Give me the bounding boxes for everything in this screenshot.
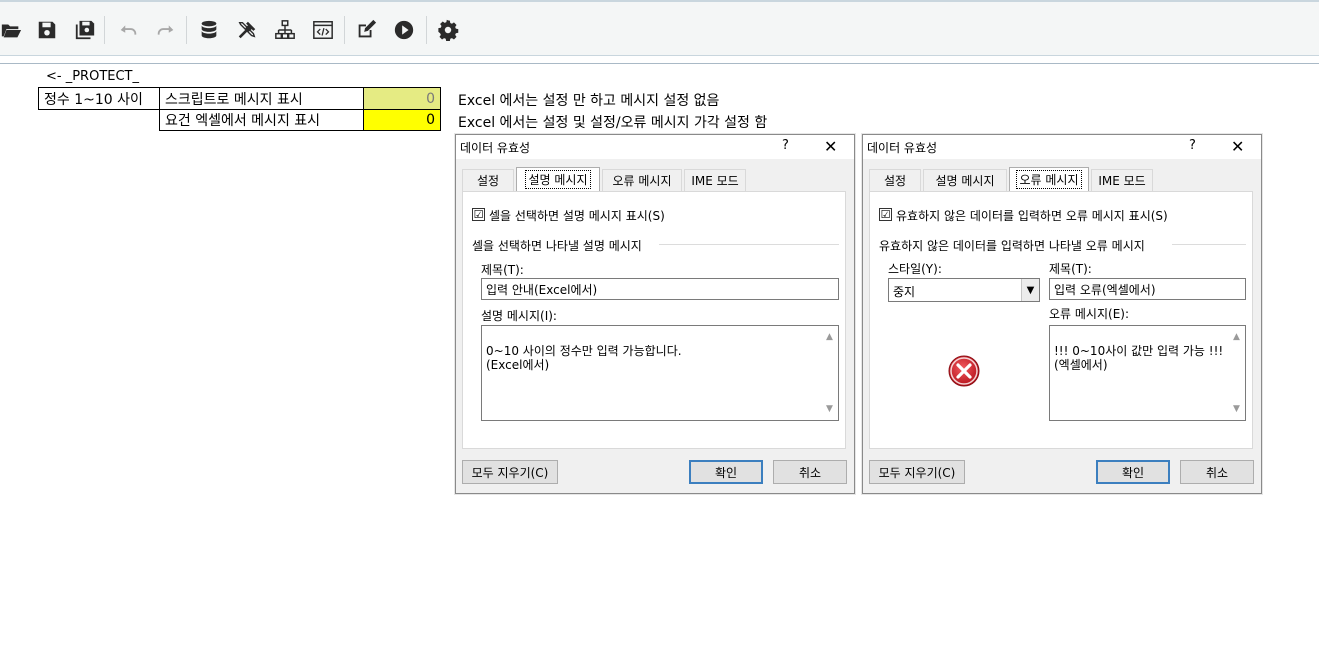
database-icon[interactable] <box>196 16 222 44</box>
tab-error-alert[interactable]: 오류 메시지 <box>602 169 682 191</box>
edit-icon[interactable] <box>353 16 379 44</box>
stop-error-icon <box>948 355 980 387</box>
title-input[interactable]: 입력 안내(Excel에서) <box>481 278 839 300</box>
note-2: Excel 에서는 설정 및 설정/오류 메시지 가각 설정 함 <box>458 115 768 131</box>
save-all-icon[interactable] <box>72 16 98 44</box>
row2-label-cell[interactable]: 요건 엑셀에서 메시지 표시 <box>159 109 364 131</box>
data-validation-dialog-input: 데이터 유효성 ? ✕ 설정 설명 메시지 오류 메시지 IME 모드 ☑ 셀을… <box>455 134 855 494</box>
title-label: 제목(T): <box>481 263 524 277</box>
toolbar <box>0 0 1319 56</box>
group-divider <box>659 244 839 245</box>
tab-settings[interactable]: 설정 <box>462 169 514 191</box>
tab-error-alert[interactable]: 오류 메시지 <box>1009 167 1089 191</box>
ok-button[interactable]: 확인 <box>689 460 763 484</box>
input-message-textarea[interactable]: 0~10 사이의 정수만 입력 가능합니다. (Excel에서) ▲ ▼ <box>481 325 839 421</box>
close-icon[interactable]: ✕ <box>1231 137 1244 156</box>
protect-marker: <- _PROTECT_ <box>46 69 139 84</box>
scroll-down-icon[interactable]: ▼ <box>1233 402 1240 416</box>
row1-label-cell[interactable]: 스크립트로 메시지 표시 <box>159 87 364 110</box>
style-select-value: 중지 <box>893 285 916 299</box>
row1-value-cell[interactable]: 0 <box>363 87 441 110</box>
hierarchy-icon[interactable] <box>272 16 298 44</box>
textarea-scrollbar[interactable]: ▲ ▼ <box>823 326 838 420</box>
textarea-scrollbar[interactable]: ▲ ▼ <box>1230 326 1245 420</box>
help-icon[interactable]: ? <box>1189 138 1196 153</box>
clear-all-button[interactable]: 모두 지우기(C) <box>869 460 965 484</box>
run-icon[interactable] <box>391 16 417 44</box>
ok-button[interactable]: 확인 <box>1096 460 1170 484</box>
dialog-titlebar: 데이터 유효성 ? ✕ <box>456 135 854 159</box>
chevron-down-icon[interactable]: ▼ <box>1021 279 1039 301</box>
style-label: 스타일(Y): <box>888 262 942 276</box>
show-input-message-checkbox[interactable]: ☑ <box>472 208 485 221</box>
title-input[interactable]: 입력 오류(엑셀에서) <box>1049 278 1246 300</box>
scroll-up-icon[interactable]: ▲ <box>1233 330 1240 344</box>
redo-icon[interactable] <box>153 16 179 44</box>
tools-icon[interactable] <box>234 16 260 44</box>
error-message-text: !!! 0~10사이 값만 입력 가능 !!! (엑셀에서) <box>1054 344 1224 372</box>
sheet-top-border <box>0 63 1319 64</box>
row-header-cell[interactable]: 정수 1~10 사이 <box>38 87 160 110</box>
group-divider <box>1172 244 1246 245</box>
open-folder-icon[interactable] <box>0 16 24 44</box>
cancel-button[interactable]: 취소 <box>773 460 847 484</box>
tab-ime-mode[interactable]: IME 모드 <box>1091 169 1153 191</box>
cancel-button[interactable]: 취소 <box>1180 460 1254 484</box>
clear-all-button[interactable]: 모두 지우기(C) <box>462 460 558 484</box>
tab-panel: ☑ 유효하지 않은 데이터를 입력하면 오류 메시지 표시(S) 유효하지 않은… <box>869 191 1253 449</box>
tab-ime-mode[interactable]: IME 모드 <box>684 169 746 191</box>
tab-input-message[interactable]: 설명 메시지 <box>923 169 1007 191</box>
input-message-text: 0~10 사이의 정수만 입력 가능합니다. (Excel에서) <box>486 344 682 372</box>
tab-input-message[interactable]: 설명 메시지 <box>516 167 600 191</box>
close-icon[interactable]: ✕ <box>824 137 837 156</box>
checkbox-label: 셀을 선택하면 설명 메시지 표시(S) <box>489 209 665 223</box>
message-label: 설명 메시지(I): <box>481 309 557 323</box>
checkbox-label: 유효하지 않은 데이터를 입력하면 오류 메시지 표시(S) <box>896 209 1168 223</box>
undo-icon[interactable] <box>115 16 141 44</box>
dialog-title: 데이터 유효성 <box>460 141 531 155</box>
group-label: 셀을 선택하면 나타낼 설명 메시지 <box>472 239 642 253</box>
save-icon[interactable] <box>34 16 60 44</box>
tab-panel: ☑ 셀을 선택하면 설명 메시지 표시(S) 셀을 선택하면 나타낼 설명 메시… <box>462 191 846 449</box>
tab-settings[interactable]: 설정 <box>869 169 921 191</box>
settings-icon[interactable] <box>435 16 461 44</box>
group-label: 유효하지 않은 데이터를 입력하면 나타낼 오류 메시지 <box>879 239 1145 253</box>
message-label: 오류 메시지(E): <box>1049 307 1130 321</box>
help-icon[interactable]: ? <box>782 138 789 153</box>
scroll-down-icon[interactable]: ▼ <box>826 402 833 416</box>
title-label: 제목(T): <box>1049 262 1092 276</box>
dialog-title: 데이터 유효성 <box>867 141 938 155</box>
note-1: Excel 에서는 설정 만 하고 메시지 설정 없음 <box>458 93 720 109</box>
data-validation-dialog-error: 데이터 유효성 ? ✕ 설정 설명 메시지 오류 메시지 IME 모드 ☑ 유효… <box>862 134 1262 494</box>
code-window-icon[interactable] <box>310 16 336 44</box>
style-select[interactable]: 중지 ▼ <box>888 278 1040 302</box>
row2-value-cell[interactable]: 0 <box>363 109 441 131</box>
dialog-titlebar: 데이터 유효성 ? ✕ <box>863 135 1261 159</box>
scroll-up-icon[interactable]: ▲ <box>826 330 833 344</box>
show-error-alert-checkbox[interactable]: ☑ <box>879 208 892 221</box>
error-message-textarea[interactable]: !!! 0~10사이 값만 입력 가능 !!! (엑셀에서) ▲ ▼ <box>1049 325 1246 421</box>
